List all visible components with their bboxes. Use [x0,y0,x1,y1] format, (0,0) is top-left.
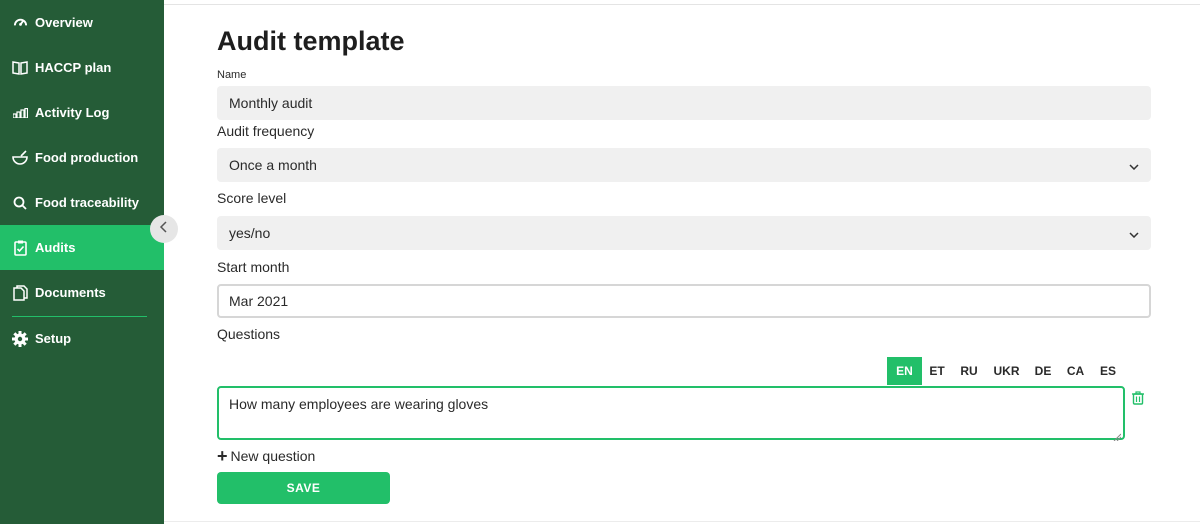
audit-frequency-select[interactable]: Once a month [217,148,1151,182]
top-divider [164,4,1200,5]
book-icon [12,60,28,76]
question-textarea[interactable]: How many employees are wearing gloves [217,386,1125,442]
sidebar-item-label: Overview [35,15,93,30]
audit-frequency-label: Audit frequency [217,123,315,139]
bar-chart-icon [12,105,28,121]
start-month-label: Start month [217,259,290,275]
resize-handle-icon[interactable] [1113,428,1122,442]
sidebar-item-food-production[interactable]: Food production [0,135,164,180]
tab-language-ukr[interactable]: UKR [986,357,1027,385]
search-icon [12,195,28,211]
save-button[interactable]: SAVE [217,472,390,504]
name-label: Name [217,69,247,81]
start-month-value: Mar 2021 [229,293,289,309]
tab-language-et[interactable]: ET [922,357,952,385]
plus-icon: + [217,446,228,466]
score-level-label: Score level [217,190,287,206]
sidebar-item-label: Food production [35,150,139,165]
gear-icon [12,330,28,347]
speedometer-icon [12,15,28,31]
sidebar-item-setup[interactable]: Setup [0,316,164,361]
delete-question-button[interactable] [1131,391,1145,405]
question-text: How many employees are wearing gloves [229,396,489,412]
tab-language-ru[interactable]: RU [952,357,986,385]
trash-icon [1131,391,1145,409]
clipboard-check-icon [12,240,28,256]
chevron-down-icon [1129,157,1139,173]
bottom-divider [164,521,1200,522]
questions-label: Questions [217,326,281,342]
name-value: Monthly audit [229,95,313,111]
score-level-select[interactable]: yes/no [217,216,1151,250]
sidebar-item-label: HACCP plan [35,60,112,75]
name-field[interactable]: Monthly audit [217,86,1151,120]
tab-language-en[interactable]: EN [887,357,922,385]
score-level-value: yes/no [229,225,271,241]
bowl-icon [12,150,28,166]
start-month-input[interactable]: Mar 2021 [217,284,1151,318]
sidebar-item-food-traceability[interactable]: Food traceability [0,180,164,225]
chevron-left-icon [159,220,169,238]
sidebar-item-label: Audits [35,240,76,255]
tab-language-de[interactable]: DE [1027,357,1059,385]
tab-language-es[interactable]: ES [1092,357,1124,385]
sidebar-item-activity-log[interactable]: Activity Log [0,90,164,135]
sidebar-item-overview[interactable]: Overview [0,0,164,45]
sidebar-item-label: Activity Log [35,105,110,120]
sidebar-item-label: Setup [35,331,72,346]
audit-frequency-value: Once a month [229,157,317,173]
new-question-label: New question [230,448,316,464]
sidebar-item-documents[interactable]: Documents [0,270,164,315]
sidebar-collapse-button[interactable] [150,215,178,243]
chevron-down-icon [1129,225,1139,241]
sidebar: Overview HACCP plan Activity Log Food pr… [0,0,164,524]
new-question-button[interactable]: + New question [217,446,316,466]
sidebar-item-label: Food traceability [35,195,140,210]
language-tabs: EN ET RU UKR DE CA ES [887,357,1124,385]
documents-icon [12,284,28,301]
page-title: Audit template [217,26,405,56]
sidebar-item-audits[interactable]: Audits [0,225,164,270]
tab-language-ca[interactable]: CA [1059,357,1092,385]
sidebar-item-haccp-plan[interactable]: HACCP plan [0,45,164,90]
sidebar-item-label: Documents [35,285,106,300]
